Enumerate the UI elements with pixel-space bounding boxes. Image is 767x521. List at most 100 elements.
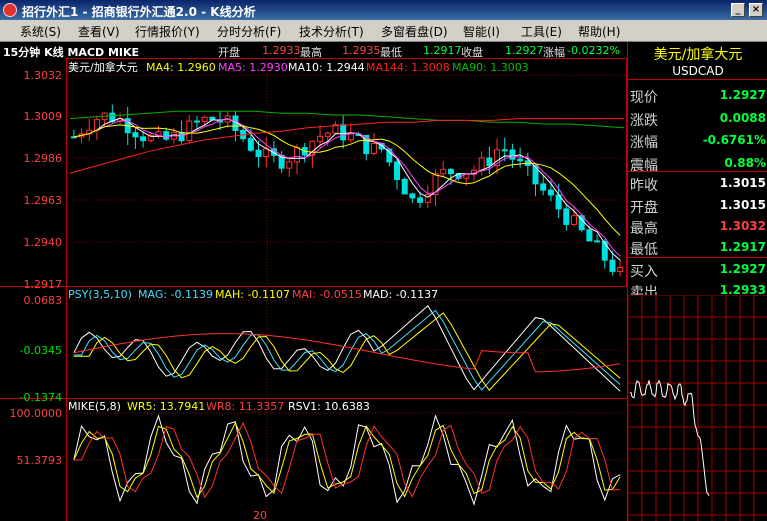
quote-row-value: 1.3015: [719, 198, 766, 212]
mike-wr5-line: [73, 421, 621, 499]
candle-body: [132, 132, 139, 138]
psy-mag-line: [73, 309, 621, 391]
psy-title: PSY(3,5,10): [68, 288, 132, 301]
candle-body: [601, 240, 608, 261]
menu-tools[interactable]: 工具(E): [521, 23, 562, 40]
minimize-button[interactable]: _: [731, 3, 745, 17]
mike-wr8: WR8: 11.3357: [206, 400, 284, 413]
candle-body: [370, 143, 377, 155]
legend-ma144: MA144: 1.3008: [366, 61, 450, 74]
quote-row: 涨跌 0.0088: [628, 107, 767, 130]
candle-body: [293, 147, 300, 163]
candle-body: [193, 120, 200, 123]
quote-name: 美元/加拿大元: [653, 47, 743, 63]
psy-mad: MAD: -0.1137: [363, 288, 438, 301]
quote-row-value: 0.88%: [724, 156, 766, 170]
quote-row: 现价 1.2927: [628, 84, 767, 107]
psy-y-tick: -0.1374: [20, 391, 62, 404]
x-tick-label: 20: [253, 509, 267, 521]
y-tick: 1.2986: [24, 152, 63, 165]
menu-smart[interactable]: 智能(I): [463, 23, 500, 40]
app-icon: [3, 3, 17, 17]
candle-body: [201, 116, 208, 123]
legend-symbol: 美元/加拿大元: [68, 60, 138, 74]
y-tick: 1.2917: [24, 278, 63, 291]
menu-help[interactable]: 帮助(H): [578, 23, 620, 40]
candle-body: [417, 197, 424, 203]
menu-system[interactable]: 系统(S): [20, 23, 61, 40]
open-value: 1.2933: [262, 44, 301, 57]
candle-body: [501, 149, 508, 152]
psy-mai-line: [73, 333, 621, 373]
menu-view[interactable]: 查看(V): [78, 23, 120, 40]
candle-body: [178, 131, 185, 142]
candle-body: [517, 158, 524, 162]
legend-ma10: MA10: 1.2944: [288, 61, 365, 74]
y-tick: 1.2940: [24, 236, 63, 249]
ma4-line: [73, 117, 621, 261]
mike-y-tick: 100.0000: [10, 407, 63, 420]
quote-row-label: 涨跌: [630, 113, 658, 129]
quote-row-value: 1.2927: [719, 88, 766, 102]
ma5-line: [73, 118, 621, 257]
candle-body: [317, 135, 324, 142]
menu-quotes[interactable]: 行情报价(Y): [135, 23, 200, 40]
candle-body: [570, 215, 577, 225]
y-tick: 1.3032: [24, 69, 63, 82]
quote-row-label: 买入: [630, 264, 658, 280]
candle-body: [617, 267, 624, 272]
legend-ma4: MA4: 1.2960: [146, 61, 216, 74]
quote-row: 开盘 1.3015: [628, 194, 767, 217]
menu-multiwindow[interactable]: 多窗看盘(D): [381, 23, 448, 40]
candle-body: [594, 240, 601, 243]
psy-mah: MAH: -0.1107: [215, 288, 290, 301]
menu-intraday[interactable]: 分时分析(F): [217, 23, 281, 40]
quote-row-label: 最高: [630, 221, 658, 237]
candle-body: [609, 259, 616, 272]
mike-title: MIKE(5,8): [68, 400, 121, 413]
candle-body: [247, 138, 254, 151]
mike-rsv1: RSV1: 10.6383: [288, 400, 370, 413]
quote-row-label: 现价: [630, 90, 658, 106]
high-value: 1.2935: [342, 44, 381, 57]
mike-wr5: WR5: 13.7941: [127, 400, 205, 413]
legend-ma5: MA5: 1.2930: [218, 61, 288, 74]
menu-technical[interactable]: 技术分析(T): [299, 23, 364, 40]
quote-row: 昨收 1.3015: [628, 171, 767, 195]
candle-body: [286, 161, 293, 169]
quote-row: 最高 1.3032: [628, 215, 767, 238]
quote-row-label: 开盘: [630, 200, 658, 216]
candle-body: [486, 157, 493, 167]
window-title: 招行外汇1 - 招商银行外汇通2.0 - K线分析: [22, 5, 256, 19]
close-icon[interactable]: ×: [749, 3, 763, 17]
candle-body: [347, 133, 354, 141]
quote-panel: 美元/加拿大元 USDCAD 现价 1.2927 涨跌 0.0088 涨幅 -0.6761…: [627, 42, 767, 521]
quote-row-label: 昨收: [630, 178, 658, 194]
candle-body: [255, 149, 262, 157]
candle-body: [547, 189, 554, 196]
quote-row-value: 1.3032: [719, 219, 766, 233]
quote-row: 最低 1.2917: [628, 236, 767, 259]
close-value: 1.2927: [505, 44, 544, 57]
candle-body: [394, 161, 401, 180]
psy-y-tick: -0.0345: [20, 344, 62, 357]
candle-body: [509, 149, 516, 160]
candle-body: [140, 136, 147, 142]
candle-body: [340, 124, 347, 141]
candle-body: [186, 120, 193, 142]
y-tick: 1.2963: [24, 194, 63, 207]
mike-lines: [73, 414, 621, 506]
quote-row-value: 1.2917: [719, 240, 766, 254]
quote-row-value: -0.6761%: [702, 133, 766, 147]
candle-body: [563, 208, 570, 225]
candle-body: [440, 168, 447, 175]
candlesticks: [70, 104, 624, 277]
quote-row-value: 1.2927: [719, 262, 766, 276]
candle-body: [478, 157, 485, 171]
change-value: -0.0232%: [567, 44, 620, 57]
chart-area[interactable]: 1.3032 1.3009 1.2986 1.2963 1.2940 1.291…: [0, 58, 627, 521]
mike-y-tick: 51.3793: [17, 454, 63, 467]
title-bar: 招行外汇1 - 招商银行外汇通2.0 - K线分析 _ ×: [0, 0, 767, 20]
candle-body: [324, 132, 331, 137]
quote-row-label: 涨幅: [630, 135, 658, 151]
